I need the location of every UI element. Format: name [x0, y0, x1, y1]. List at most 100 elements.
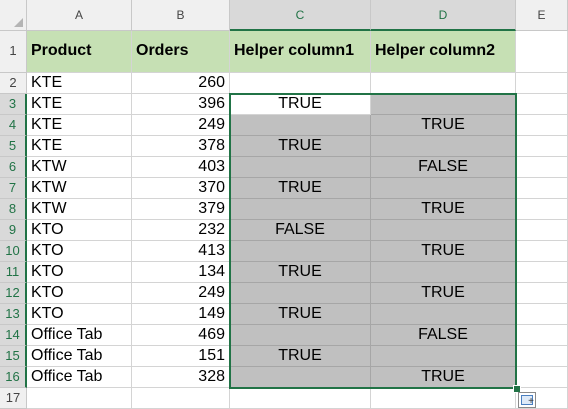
cell-e[interactable] — [516, 325, 568, 346]
product-cell[interactable]: KTO — [27, 262, 132, 283]
spreadsheet-grid[interactable]: A B C D E 1 2 3 4 5 6 7 8 9 10 11 12 13 14 15 16 17 Product Ord… — [0, 0, 568, 409]
helper1-cell[interactable]: TRUE — [230, 304, 371, 325]
row-header-7[interactable]: 7 — [0, 178, 27, 199]
cell-e[interactable] — [516, 304, 568, 325]
cell-e[interactable] — [516, 178, 568, 199]
header-cell-orders[interactable]: Orders — [132, 31, 230, 73]
helper1-cell[interactable]: TRUE — [230, 346, 371, 367]
orders-cell[interactable]: 379 — [132, 199, 230, 220]
cell-e[interactable] — [516, 241, 568, 262]
select-all-corner[interactable] — [0, 0, 27, 31]
column-header-a[interactable]: A — [27, 0, 132, 31]
orders-cell[interactable]: 149 — [132, 304, 230, 325]
header-cell-product[interactable]: Product — [27, 31, 132, 73]
orders-cell[interactable]: 249 — [132, 283, 230, 304]
product-cell[interactable]: KTO — [27, 304, 132, 325]
helper1-cell[interactable] — [230, 115, 371, 136]
cell-e[interactable] — [516, 283, 568, 304]
orders-cell[interactable]: 413 — [132, 241, 230, 262]
helper1-cell[interactable] — [230, 73, 371, 94]
product-cell[interactable]: Office Tab — [27, 367, 132, 388]
row-header-3[interactable]: 3 — [0, 94, 27, 115]
helper2-cell[interactable]: TRUE — [371, 283, 516, 304]
orders-cell[interactable]: 370 — [132, 178, 230, 199]
helper1-cell[interactable] — [230, 199, 371, 220]
header-cell-helper2[interactable]: Helper column2 — [371, 31, 516, 73]
product-cell[interactable]: KTO — [27, 220, 132, 241]
helper1-cell[interactable]: TRUE — [230, 94, 371, 115]
helper1-cell[interactable] — [230, 157, 371, 178]
helper2-cell[interactable]: FALSE — [371, 157, 516, 178]
helper2-cell[interactable]: TRUE — [371, 367, 516, 388]
product-cell[interactable]: KTW — [27, 199, 132, 220]
helper2-cell[interactable]: TRUE — [371, 241, 516, 262]
cell-e[interactable] — [516, 157, 568, 178]
cell-e[interactable] — [516, 73, 568, 94]
helper2-cell[interactable] — [371, 94, 516, 115]
product-cell[interactable]: Office Tab — [27, 325, 132, 346]
helper1-cell[interactable]: TRUE — [230, 262, 371, 283]
row-header-9[interactable]: 9 — [0, 220, 27, 241]
row-header-4[interactable]: 4 — [0, 115, 27, 136]
cell-e[interactable] — [516, 367, 568, 388]
product-cell[interactable]: KTO — [27, 241, 132, 262]
orders-cell[interactable]: 151 — [132, 346, 230, 367]
helper1-cell[interactable]: TRUE — [230, 136, 371, 157]
row-header-8[interactable]: 8 — [0, 199, 27, 220]
cell-e[interactable] — [516, 262, 568, 283]
cell-e[interactable] — [516, 220, 568, 241]
product-cell[interactable]: KTE — [27, 115, 132, 136]
orders-cell[interactable]: 260 — [132, 73, 230, 94]
row-header-6[interactable]: 6 — [0, 157, 27, 178]
helper1-cell[interactable] — [230, 325, 371, 346]
helper2-cell[interactable] — [371, 178, 516, 199]
column-header-c[interactable]: C — [230, 0, 371, 31]
row-header-14[interactable]: 14 — [0, 325, 27, 346]
row-header-1[interactable]: 1 — [0, 31, 27, 73]
helper1-cell[interactable]: TRUE — [230, 178, 371, 199]
helper2-cell[interactable] — [371, 220, 516, 241]
column-header-e[interactable]: E — [516, 0, 568, 31]
product-cell[interactable]: KTE — [27, 73, 132, 94]
helper2-cell[interactable]: FALSE — [371, 325, 516, 346]
column-header-d[interactable]: D — [371, 0, 516, 31]
product-cell[interactable]: KTW — [27, 157, 132, 178]
product-cell[interactable]: Office Tab — [27, 346, 132, 367]
helper1-cell[interactable]: FALSE — [230, 220, 371, 241]
product-cell[interactable]: KTE — [27, 136, 132, 157]
row-header-10[interactable]: 10 — [0, 241, 27, 262]
helper2-cell[interactable] — [371, 346, 516, 367]
header-cell-helper1[interactable]: Helper column1 — [230, 31, 371, 73]
row-header-2[interactable]: 2 — [0, 73, 27, 94]
cell-e1[interactable] — [516, 31, 568, 73]
row-header-15[interactable]: 15 — [0, 346, 27, 367]
helper2-cell[interactable]: TRUE — [371, 115, 516, 136]
orders-cell[interactable]: 396 — [132, 94, 230, 115]
helper2-cell[interactable]: TRUE — [371, 199, 516, 220]
row-header-16[interactable]: 16 — [0, 367, 27, 388]
row-header-13[interactable]: 13 — [0, 304, 27, 325]
helper2-cell[interactable] — [371, 136, 516, 157]
product-cell[interactable]: KTO — [27, 283, 132, 304]
cell-e[interactable] — [516, 94, 568, 115]
helper1-cell[interactable] — [230, 367, 371, 388]
helper2-cell[interactable] — [371, 304, 516, 325]
cell-e[interactable] — [516, 115, 568, 136]
orders-cell[interactable]: 469 — [132, 325, 230, 346]
orders-cell[interactable]: 378 — [132, 136, 230, 157]
cell-e[interactable] — [516, 199, 568, 220]
orders-cell[interactable]: 134 — [132, 262, 230, 283]
row-header-11[interactable]: 11 — [0, 262, 27, 283]
orders-cell[interactable]: 249 — [132, 115, 230, 136]
orders-cell[interactable]: 328 — [132, 367, 230, 388]
helper2-cell[interactable] — [371, 262, 516, 283]
helper1-cell[interactable] — [230, 241, 371, 262]
product-cell[interactable]: KTE — [27, 94, 132, 115]
helper1-cell[interactable] — [230, 283, 371, 304]
orders-cell[interactable]: 403 — [132, 157, 230, 178]
orders-cell[interactable]: 232 — [132, 220, 230, 241]
column-header-b[interactable]: B — [132, 0, 230, 31]
product-cell[interactable]: KTW — [27, 178, 132, 199]
helper2-cell[interactable] — [371, 73, 516, 94]
row-header-12[interactable]: 12 — [0, 283, 27, 304]
